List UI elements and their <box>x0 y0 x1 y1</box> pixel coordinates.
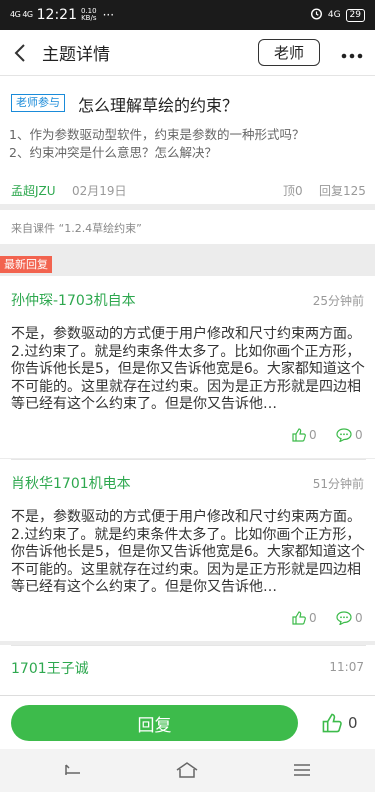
reply-like-count: 0 <box>309 611 317 625</box>
reply-item: 1701王子诚 11:07 <box>0 645 375 695</box>
reply-comment-count: 0 <box>355 428 363 442</box>
battery-indicator: 29 <box>345 8 365 22</box>
courseware-source[interactable]: 来自课件 “1.2.4草绘约束” <box>0 210 375 244</box>
chevron-left-icon <box>14 43 25 62</box>
bottom-action-bar: 回复 0 <box>0 695 375 749</box>
reply-item: 孙仲琛-1703机自本 25分钟前 不是，参数驱动的方式便于用户修改和尺寸约束两… <box>0 276 375 458</box>
reply-actions: 0 0 <box>0 428 375 448</box>
nav-menu-icon[interactable] <box>290 760 314 780</box>
topic-reply-count: 回复125 <box>319 184 366 198</box>
reply-like-count: 0 <box>309 428 317 442</box>
thumbs-up-icon <box>322 713 342 733</box>
reply-time: 25分钟前 <box>312 294 364 308</box>
divider <box>11 459 366 460</box>
page-title: 主题详情 <box>42 45 110 65</box>
signal-indicator: 4G 4G <box>10 10 33 19</box>
reply-comment-button[interactable]: 0 <box>336 428 363 442</box>
back-button[interactable] <box>0 30 40 76</box>
system-nav-bar <box>0 749 375 792</box>
reply-button[interactable]: 回复 <box>11 705 298 741</box>
nav-back-icon[interactable] <box>61 760 85 780</box>
network-type: 4G <box>327 10 341 20</box>
status-bar: 4G 4G 12:21 0.10 KB/s ··· 4G 29 <box>0 0 375 30</box>
comment-bubble-icon <box>336 611 352 625</box>
clock: 12:21 <box>36 7 77 23</box>
more-dots-icon[interactable] <box>341 40 363 64</box>
thumbs-up-icon <box>292 428 306 442</box>
reply-comment-button[interactable]: 0 <box>336 611 363 625</box>
reply-body[interactable]: 不是，参数驱动的方式便于用户修改和尺寸约束两方面。2.过约束了。就是约束条件太多… <box>11 509 366 597</box>
teacher-button[interactable]: 老师 <box>258 39 320 66</box>
comment-bubble-icon <box>336 428 352 442</box>
topic-title: 怎么理解草绘的约束？ <box>78 96 239 115</box>
reply-like-button[interactable]: 0 <box>292 428 317 442</box>
nav-home-icon[interactable] <box>175 760 199 780</box>
topic-likes[interactable]: 顶0 <box>283 182 303 199</box>
topic-question-1: 1、作为参数驱动型软件，约束是参数的一种形式吗？ <box>9 127 305 142</box>
divider <box>11 645 366 646</box>
alarm-clock-icon <box>310 7 323 24</box>
topic-card: 老师参与 怎么理解草绘的约束？ 1、作为参数驱动型软件，约束是参数的一种形式吗？… <box>0 76 375 204</box>
reply-author[interactable]: 1701王子诚 <box>11 658 89 678</box>
reply-author[interactable]: 孙仲琛-1703机自本 <box>11 290 136 310</box>
reply-comment-count: 0 <box>355 611 363 625</box>
thumbs-up-icon <box>292 611 306 625</box>
topic-like-button[interactable]: 0 <box>322 713 358 733</box>
topic-like-count: 0 <box>348 714 358 732</box>
reply-actions: 0 0 <box>0 611 375 631</box>
reply-time: 11:07 <box>329 660 364 674</box>
topic-author[interactable]: 孟超JZU <box>11 182 56 199</box>
reply-body[interactable]: 不是，参数驱动的方式便于用户修改和尺寸约束两方面。2.过约束了。就是约束条件太多… <box>11 326 366 414</box>
network-speed: 0.10 KB/s <box>81 8 97 22</box>
reply-item: 肖秋华1701机电本 51分钟前 不是，参数驱动的方式便于用户修改和尺寸约束两方… <box>0 459 375 641</box>
reply-author[interactable]: 肖秋华1701机电本 <box>11 473 131 493</box>
notification-dots: ··· <box>102 8 115 22</box>
topic-question-2: 2、约束冲突是什么意思？怎么解决？ <box>9 145 217 160</box>
network-speed-unit: KB/s <box>81 14 97 22</box>
teacher-participated-badge: 老师参与 <box>11 94 65 112</box>
app-header: 主题详情 老师 <box>0 30 375 76</box>
reply-time: 51分钟前 <box>312 477 364 491</box>
topic-date: 02月19日 <box>72 184 127 198</box>
reply-like-button[interactable]: 0 <box>292 611 317 625</box>
latest-replies-label: 最新回复 <box>0 256 52 273</box>
